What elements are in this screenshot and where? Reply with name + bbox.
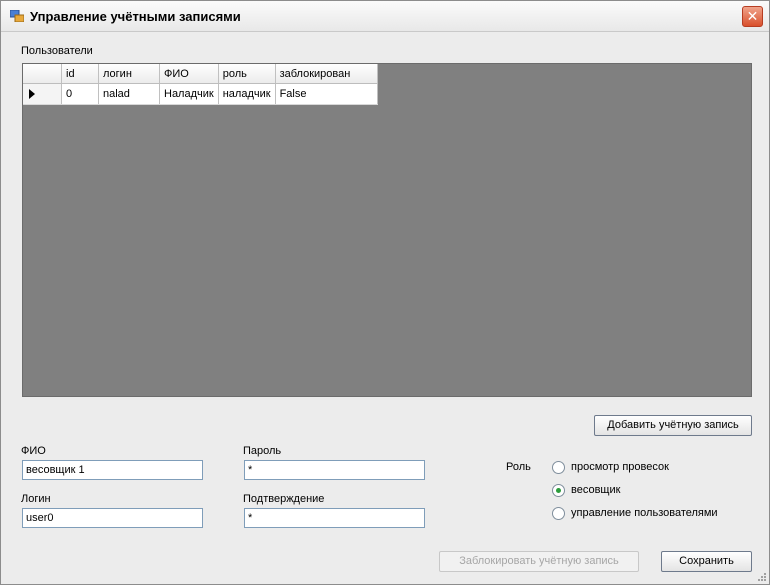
col-header-role[interactable]: роль [218,64,276,84]
row-selector[interactable] [23,83,62,105]
row-header-corner [23,64,62,84]
role-radio-weigher[interactable] [552,484,565,497]
add-account-button[interactable]: Добавить учётную запись [594,415,752,436]
resize-grip-icon[interactable] [756,571,766,581]
confirm-password-field[interactable]: * [244,508,425,528]
title-bar[interactable]: Управление учётными записями ✕ [1,1,769,32]
cell-login[interactable]: nalad [98,83,160,105]
role-option-admin-label[interactable]: управление пользователями [571,507,718,519]
user-accounts-window: Управление учётными записями ✕ Пользоват… [0,0,770,585]
login-field[interactable]: user0 [22,508,203,528]
cell-role[interactable]: наладчик [218,83,276,105]
users-grid[interactable]: id логин ФИО роль заблокирован 0 nalad Н… [22,63,752,397]
col-header-login[interactable]: логин [98,64,160,84]
col-header-blocked[interactable]: заблокирован [275,64,378,84]
password-label: Пароль [243,445,282,457]
role-label: Роль [506,461,531,473]
col-header-fio[interactable]: ФИО [159,64,219,84]
current-row-arrow-icon [29,89,35,99]
login-label: Логин [21,493,51,505]
fio-label: ФИО [21,445,46,457]
confirm-label: Подтверждение [243,493,325,505]
window-title: Управление учётными записями [30,9,241,24]
close-icon[interactable]: ✕ [742,6,763,27]
block-account-button[interactable]: Заблокировать учётную запись [439,551,639,572]
role-option-weigher-label[interactable]: весовщик [571,484,620,496]
app-icon [10,10,24,22]
users-label: Пользователи [21,45,93,57]
radio-selected-dot-icon [556,488,561,493]
fio-field[interactable]: весовщик 1 [22,460,203,480]
save-button[interactable]: Сохранить [661,551,752,572]
users-table: id логин ФИО роль заблокирован 0 nalad Н… [23,64,378,105]
col-header-id[interactable]: id [61,64,99,84]
role-option-view-label[interactable]: просмотр провесок [571,461,669,473]
password-field[interactable]: * [244,460,425,480]
cell-fio[interactable]: Наладчик [159,83,219,105]
cell-id[interactable]: 0 [61,83,99,105]
cell-blocked[interactable]: False [275,83,378,105]
table-header-row: id логин ФИО роль заблокирован [23,64,378,84]
role-radio-view[interactable] [552,461,565,474]
role-radio-admin[interactable] [552,507,565,520]
table-row[interactable]: 0 nalad Наладчик наладчик False [23,83,378,105]
